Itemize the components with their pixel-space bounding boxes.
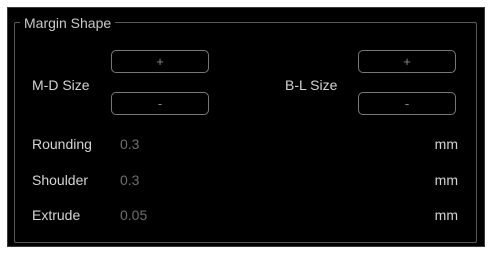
extrude-input[interactable] — [120, 206, 380, 224]
rounding-unit: mm — [434, 136, 458, 152]
md-size-label: M-D Size — [32, 77, 90, 93]
bl-size-label: B-L Size — [285, 77, 338, 93]
group-title: Margin Shape — [20, 14, 116, 32]
md-size-increase-button[interactable]: + — [111, 50, 209, 73]
shoulder-input[interactable] — [120, 171, 380, 189]
rounding-label: Rounding — [32, 136, 92, 152]
rounding-input[interactable] — [120, 135, 380, 153]
bl-size-increase-button[interactable]: + — [358, 50, 456, 73]
shoulder-label: Shoulder — [32, 172, 89, 188]
bl-size-decrease-button[interactable]: - — [358, 92, 456, 115]
extrude-label: Extrude — [32, 207, 81, 223]
md-size-decrease-button[interactable]: - — [111, 92, 209, 115]
extrude-unit: mm — [434, 207, 458, 223]
shoulder-unit: mm — [434, 172, 458, 188]
